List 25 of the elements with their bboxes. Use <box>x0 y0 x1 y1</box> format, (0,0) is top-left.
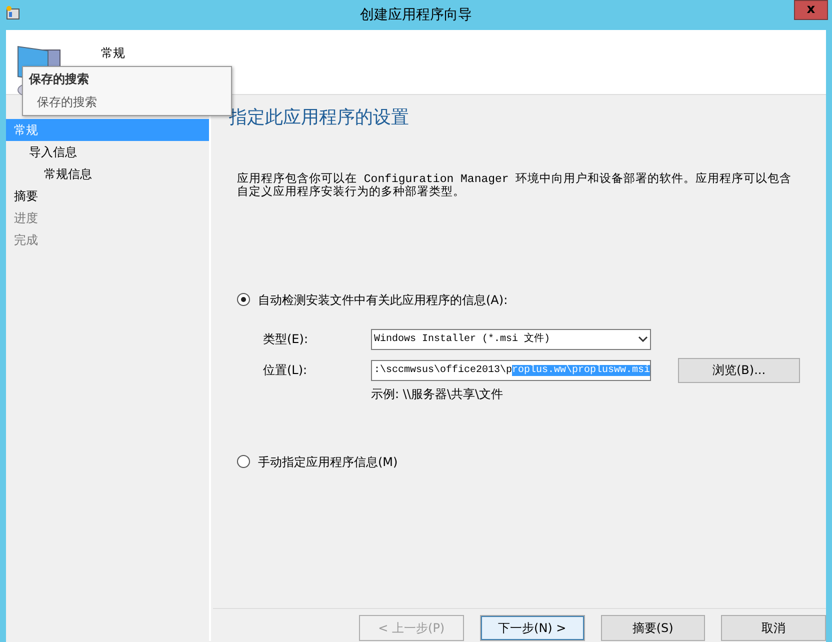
radio-button[interactable] <box>237 455 250 468</box>
radio-button[interactable] <box>237 293 250 306</box>
example-text: 示例: \\服务器\共享\文件 <box>371 386 504 401</box>
field-label: 类型(E): <box>263 331 309 348</box>
chevron-down-icon <box>638 336 648 342</box>
nav-item[interactable]: 摘要 <box>6 185 209 207</box>
tooltip-title: 保存的搜索 <box>29 71 90 88</box>
location-input[interactable]: :\sccmwsus\office2013\proplus.ww\proplusww.msi <box>371 360 651 381</box>
tooltip-text: 保存的搜索 <box>37 94 98 111</box>
type-dropdown[interactable]: Windows Installer (*.msi 文件) <box>371 328 651 350</box>
wizard-button[interactable]: 下一步(N) > <box>480 615 584 641</box>
browse-button[interactable]: 浏览(B)... <box>678 358 800 383</box>
page-heading: 指定此应用程序的设置 <box>229 107 410 129</box>
nav-item[interactable]: 导入信息 <box>6 141 209 163</box>
wizard-button[interactable]: 取消 <box>721 615 826 641</box>
field-label: 位置(L): <box>263 362 308 380</box>
radio-label: 自动检测安装文件中有关此应用程序的信息(A): <box>258 292 508 309</box>
page-header-title: 常规 <box>101 45 126 62</box>
description-text: 应用程序包含你可以在 Configuration Manager 环境中向用户和设备部署的软件。应用程序可以包含自定义应用程序安装行为的多种部署类型。 <box>237 172 792 199</box>
close-button[interactable]: x <box>794 0 828 20</box>
app-icon <box>6 6 20 20</box>
window-title: 创建应用程序向导 <box>360 7 472 23</box>
wizard-button[interactable]: 摘要(S) <box>600 615 706 641</box>
nav-item[interactable]: 常规信息 <box>6 163 209 185</box>
radio-label: 手动指定应用程序信息(M) <box>258 454 398 471</box>
